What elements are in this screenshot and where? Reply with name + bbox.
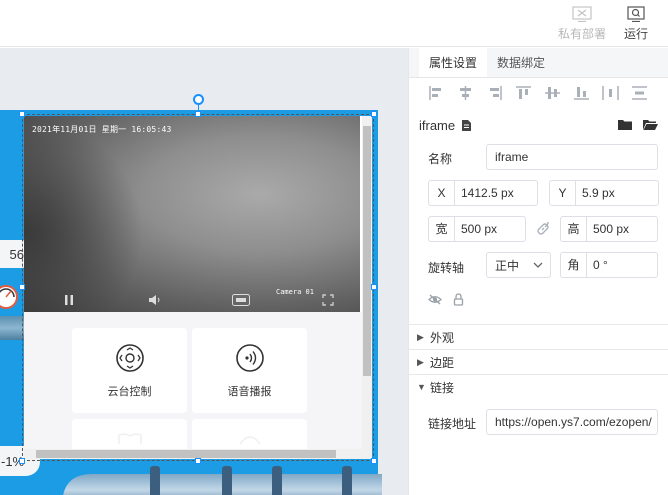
resize-handle-ne[interactable] [371, 111, 377, 117]
align-left-icon[interactable] [427, 85, 446, 101]
top-toolbar: 私有部署 运行 [0, 0, 668, 47]
link-address-input[interactable]: https://open.ys7.com/ezopen/ [486, 409, 658, 435]
angle-input[interactable]: 角 0 ° [560, 252, 658, 278]
x-prefix: X [429, 181, 455, 205]
selection-frame [22, 114, 374, 461]
panel-tabs: 属性设置 数据绑定 [409, 48, 668, 78]
design-canvas[interactable]: 56 -1% 2021年11月01日 星期一 16:05:43 Camera 0… [0, 48, 408, 495]
chevron-down-icon: ▼ [417, 382, 426, 392]
x-input[interactable]: X 1412.5 px [428, 180, 538, 206]
tab-property-settings[interactable]: 属性设置 [419, 48, 488, 77]
run-icon [627, 5, 645, 22]
align-center-v-icon[interactable] [543, 85, 562, 101]
align-top-icon[interactable] [514, 85, 533, 101]
run-button[interactable]: 运行 [620, 0, 652, 47]
align-center-h-icon[interactable] [456, 85, 475, 101]
section-link-label: 链接 [430, 380, 455, 395]
lock-icon[interactable] [453, 293, 464, 306]
visibility-hidden-icon[interactable] [428, 294, 442, 305]
folder-icon[interactable] [617, 118, 633, 131]
align-bottom-icon[interactable] [572, 85, 591, 101]
chevron-down-icon [533, 262, 543, 268]
rotate-handle[interactable] [193, 94, 204, 105]
height-prefix: 高 [561, 217, 587, 241]
private-deploy-icon [572, 5, 592, 22]
name-input[interactable]: iframe [486, 144, 658, 170]
section-appearance-label: 外观 [430, 330, 455, 345]
angle-prefix: 角 [561, 253, 587, 277]
property-panel: 属性设置 数据绑定 iframe 名称 iframe X 1412.5 px Y… [408, 48, 668, 495]
private-deploy-label: 私有部署 [557, 26, 606, 41]
resize-handle-nw[interactable] [19, 111, 25, 117]
resize-handle-se[interactable] [371, 458, 377, 464]
bottom-pipe [63, 466, 382, 495]
document-icon[interactable] [461, 119, 472, 132]
alignment-toolbar [409, 78, 668, 108]
run-label: 运行 [623, 26, 648, 41]
y-input[interactable]: Y 5.9 px [549, 180, 659, 206]
resize-handle-s[interactable] [195, 458, 201, 464]
distribute-horizontal-icon[interactable] [601, 85, 620, 101]
align-right-icon[interactable] [485, 85, 504, 101]
component-title-row: iframe [419, 118, 472, 133]
distribute-vertical-icon[interactable] [630, 85, 649, 101]
section-margin-label: 边距 [430, 355, 455, 370]
resize-handle-n[interactable] [195, 111, 201, 117]
pivot-value: 正中 [495, 258, 520, 273]
section-link[interactable]: ▼ 链接 [409, 374, 668, 399]
height-value: 500 px [593, 222, 630, 236]
private-deploy-button[interactable]: 私有部署 [557, 0, 607, 47]
pivot-label: 旋转轴 [428, 261, 465, 275]
x-value: 1412.5 px [461, 186, 514, 200]
gauge-icon [0, 285, 18, 309]
width-input[interactable]: 宽 500 px [428, 216, 526, 242]
pivot-select[interactable]: 正中 [486, 252, 551, 278]
chevron-right-icon: ▶ [417, 331, 424, 342]
resize-handle-e[interactable] [371, 284, 377, 290]
section-margin[interactable]: ▶ 边距 [409, 349, 668, 374]
width-value: 500 px [461, 222, 498, 236]
link-address-label: 链接地址 [428, 417, 477, 431]
angle-value: 0 ° [593, 258, 608, 272]
tab-data-binding[interactable]: 数据绑定 [487, 48, 555, 77]
section-appearance[interactable]: ▶ 外观 [409, 324, 668, 349]
name-label: 名称 [428, 152, 453, 166]
y-value: 5.9 px [582, 186, 615, 200]
chevron-right-icon: ▶ [417, 356, 424, 367]
height-input[interactable]: 高 500 px [560, 216, 658, 242]
component-name: iframe [419, 118, 456, 133]
y-prefix: Y [550, 181, 576, 205]
resize-handle-sw[interactable] [19, 458, 25, 464]
link-ratio-icon[interactable] [536, 222, 550, 236]
folder-open-icon[interactable] [642, 118, 659, 131]
width-prefix: 宽 [429, 217, 455, 241]
resize-handle-w[interactable] [19, 284, 25, 290]
